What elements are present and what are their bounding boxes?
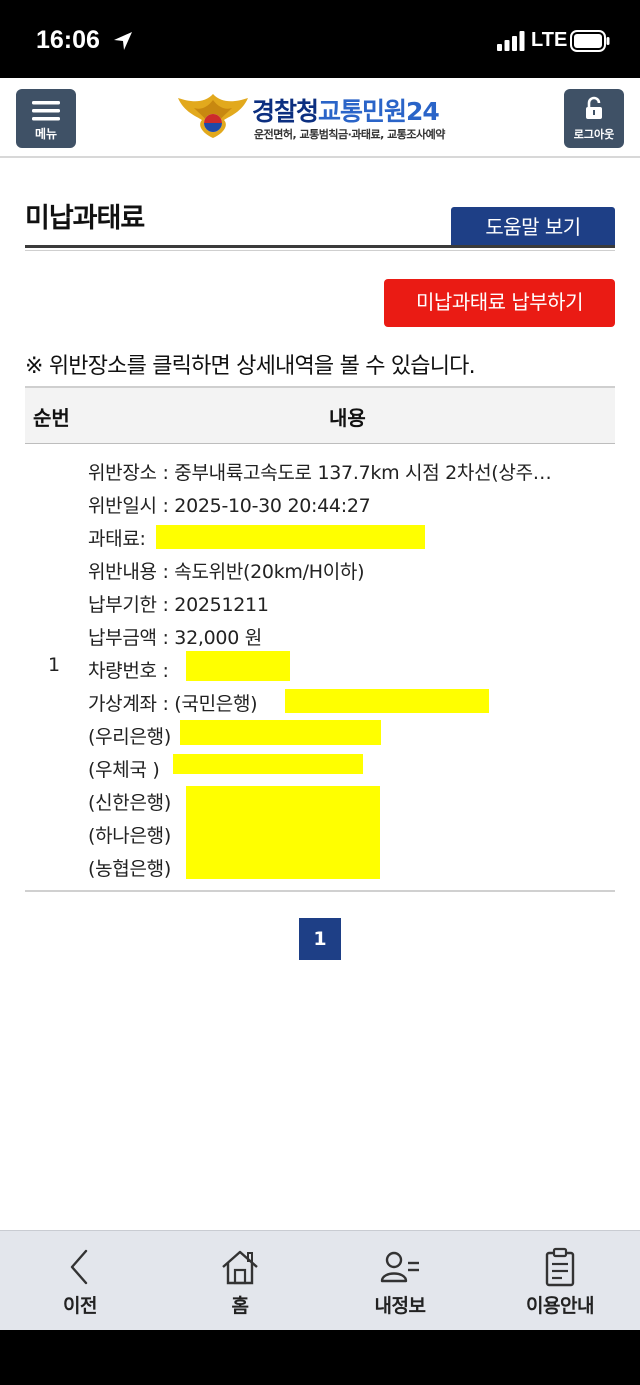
- battery-icon: [570, 30, 610, 52]
- notice-text: ※ 위반장소를 클릭하면 상세내역을 볼 수 있습니다.: [25, 354, 476, 379]
- redacted-block: [285, 689, 489, 713]
- title-divider: [25, 245, 615, 248]
- status-time: 16:06: [36, 26, 100, 54]
- nav-back-label: 이전: [63, 1295, 97, 1317]
- logo-title-service: 교통민원24: [318, 97, 440, 126]
- app-header: 메뉴 경찰청교통민원24 운전면허, 교통범칙금·과태료, 교통조사예약 로그아…: [0, 78, 640, 158]
- redacted-block: [180, 720, 381, 745]
- fine-label: 과태료:: [88, 528, 146, 550]
- network-label: LTE: [531, 29, 568, 51]
- violation-place-link[interactable]: 위반장소 : 중부내륙고속도로 137.7km 시점 2차선(상주…: [88, 458, 552, 485]
- payment-due-date: 납부기한 : 20251211: [88, 594, 269, 616]
- hamburger-icon: [32, 101, 60, 121]
- user-info-icon: [380, 1251, 419, 1283]
- pagination-page-1[interactable]: 1: [299, 918, 341, 960]
- nav-my-info-label: 내정보: [374, 1295, 426, 1317]
- chevron-left-icon: [70, 1249, 88, 1285]
- signal-icon: [497, 31, 525, 51]
- bank-hana: (하나은행): [88, 825, 171, 847]
- nav-home[interactable]: 홈: [160, 1231, 320, 1331]
- redacted-block: [156, 525, 425, 549]
- virtual-account-label: 가상계좌 : (국민은행): [88, 693, 258, 715]
- violation-datetime: 위반일시 : 2025-10-30 20:44:27: [88, 495, 371, 517]
- menu-label: 메뉴: [34, 127, 58, 141]
- redacted-block: [173, 754, 363, 774]
- row-number: 1: [48, 654, 61, 676]
- nav-guide[interactable]: 이용안내: [480, 1231, 640, 1331]
- bank-woori: (우리은행): [88, 726, 171, 748]
- bottom-navigation: 이전 홈 내정보 이용안내: [0, 1230, 640, 1330]
- page-title: 미납과태료: [25, 203, 145, 234]
- nav-my-info[interactable]: 내정보: [320, 1231, 480, 1331]
- logo-title[interactable]: 경찰청교통민원24: [252, 92, 440, 128]
- logo-subtitle: 운전면허, 교통범칙금·과태료, 교통조사예약: [254, 128, 445, 141]
- logout-button[interactable]: 로그아웃: [564, 89, 624, 148]
- table-header: 순번 내용: [25, 386, 615, 444]
- vehicle-number-label: 차량번호 :: [88, 660, 169, 682]
- home-icon: [222, 1250, 258, 1285]
- logo-title-agency: 경찰청: [252, 97, 319, 126]
- redacted-block: [186, 651, 290, 681]
- location-arrow-icon: [114, 32, 132, 50]
- bank-post-office: (우체국 ): [88, 759, 160, 781]
- nav-home-label: 홈: [231, 1295, 249, 1317]
- column-header-content: 내용: [329, 406, 366, 430]
- help-button[interactable]: 도움말 보기: [451, 207, 615, 248]
- title-divider-thin: [25, 250, 615, 251]
- lock-icon: [586, 96, 602, 119]
- redacted-block: [186, 786, 380, 879]
- home-indicator-area: [0, 1330, 640, 1385]
- column-header-number: 순번: [33, 406, 70, 430]
- payment-amount: 납부금액 : 32,000 원: [88, 627, 262, 649]
- app-screen: 메뉴 경찰청교통민원24 운전면허, 교통범칙금·과태료, 교통조사예약 로그아…: [0, 78, 640, 1330]
- table-bottom-border: [25, 890, 615, 892]
- violation-content: 위반내용 : 속도위반(20km/H이하): [88, 561, 365, 583]
- bank-nonghyup: (농협은행): [88, 858, 171, 880]
- menu-button[interactable]: 메뉴: [16, 89, 76, 148]
- nav-back[interactable]: 이전: [0, 1231, 160, 1331]
- nav-guide-label: 이용안내: [526, 1295, 594, 1317]
- status-bar: 16:06 LTE: [0, 0, 640, 78]
- pay-unpaid-fines-button[interactable]: 미납과태료 납부하기: [384, 279, 615, 327]
- bank-shinhan: (신한은행): [88, 792, 171, 814]
- clipboard-icon: [545, 1247, 575, 1287]
- police-emblem-icon: [178, 94, 248, 138]
- logout-label: 로그아웃: [573, 128, 615, 141]
